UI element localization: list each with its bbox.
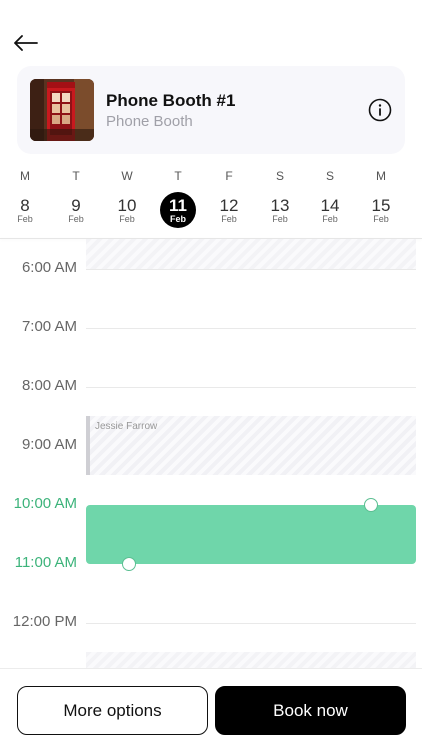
day-number: 9 (71, 195, 81, 215)
day-of-week: T (174, 169, 182, 183)
hour-row: 6:00 AM (0, 259, 422, 276)
hour-label: 8:00 AM (21, 377, 77, 394)
hour-row: 8:00 AM (0, 377, 422, 394)
booking-owner: Jessie Farrow (95, 421, 158, 432)
day-of-week: S (325, 169, 334, 183)
hour-label-highlighted: 10:00 AM (13, 495, 77, 512)
day-12[interactable]: F 12 Feb (207, 168, 251, 228)
day-of-week: M (376, 169, 386, 183)
date-picker: M 8 Feb T 9 Feb W 10 Feb T 11 Feb F 12 F… (0, 168, 422, 238)
day-number: 8 (20, 195, 30, 215)
hour-label: 6:00 AM (21, 259, 77, 276)
day-number: 14 (320, 195, 340, 215)
hour-label: 7:00 AM (21, 318, 77, 335)
day-number: 11 (169, 195, 187, 215)
room-subtitle: Phone Booth (106, 113, 193, 130)
day-month: Feb (322, 213, 338, 224)
hour-label-highlighted: 11:00 AM (14, 554, 77, 571)
day-13[interactable]: S 13 Feb (258, 168, 302, 228)
day-10[interactable]: W 10 Feb (105, 168, 149, 228)
hour-row: 11:00 AM (0, 554, 422, 571)
day-8[interactable]: M 8 Feb (3, 168, 47, 228)
hour-row: 12:00 PM (0, 613, 422, 630)
info-button[interactable] (368, 98, 392, 122)
footer-actions: More options Book now (0, 668, 422, 750)
day-14[interactable]: S 14 Feb (308, 168, 352, 228)
day-15[interactable]: M 15 Feb (359, 168, 403, 228)
day-number: 15 (371, 195, 391, 215)
day-number: 13 (270, 195, 290, 215)
hour-line (86, 623, 416, 624)
day-month: Feb (119, 213, 135, 224)
room-title: Phone Booth #1 (106, 91, 236, 110)
day-of-week: W (121, 169, 133, 183)
hour-line (86, 328, 416, 329)
day-number: 12 (219, 195, 239, 215)
day-of-week: T (72, 169, 80, 183)
hour-line (86, 269, 416, 270)
hour-label: 9:00 AM (21, 436, 77, 453)
day-of-week: M (20, 169, 30, 183)
hour-label: 12:00 PM (12, 613, 77, 630)
selected-time-range[interactable] (86, 505, 416, 564)
timeline[interactable]: 6:00 AM 7:00 AM 8:00 AM Jessie Farrow 9:… (0, 239, 422, 669)
day-9[interactable]: T 9 Feb (54, 168, 98, 228)
day-of-week: S (275, 169, 284, 183)
hour-row: 10:00 AM (0, 495, 422, 512)
hour-line (86, 387, 416, 388)
hour-row: 7:00 AM (0, 318, 422, 335)
day-month: Feb (221, 213, 237, 224)
day-11-selected[interactable]: T 11 Feb (156, 168, 200, 228)
day-month: Feb (373, 213, 389, 224)
day-month: Feb (68, 213, 84, 224)
day-month: Feb (272, 213, 288, 224)
hour-row: 9:00 AM (0, 436, 422, 453)
day-of-week: F (225, 169, 233, 183)
more-options-button[interactable]: More options (17, 686, 208, 735)
day-month: Feb (169, 213, 186, 224)
info-circle-icon (368, 98, 392, 122)
back-button[interactable] (12, 30, 40, 56)
day-month: Feb (17, 213, 33, 224)
room-thumbnail (30, 79, 94, 141)
day-number: 10 (117, 195, 137, 215)
unavailable-block (86, 652, 416, 669)
room-card: Phone Booth #1 Phone Booth (17, 66, 405, 154)
arrow-left-icon (14, 35, 38, 51)
unavailable-block (86, 239, 416, 270)
book-now-button[interactable]: Book now (215, 686, 406, 735)
